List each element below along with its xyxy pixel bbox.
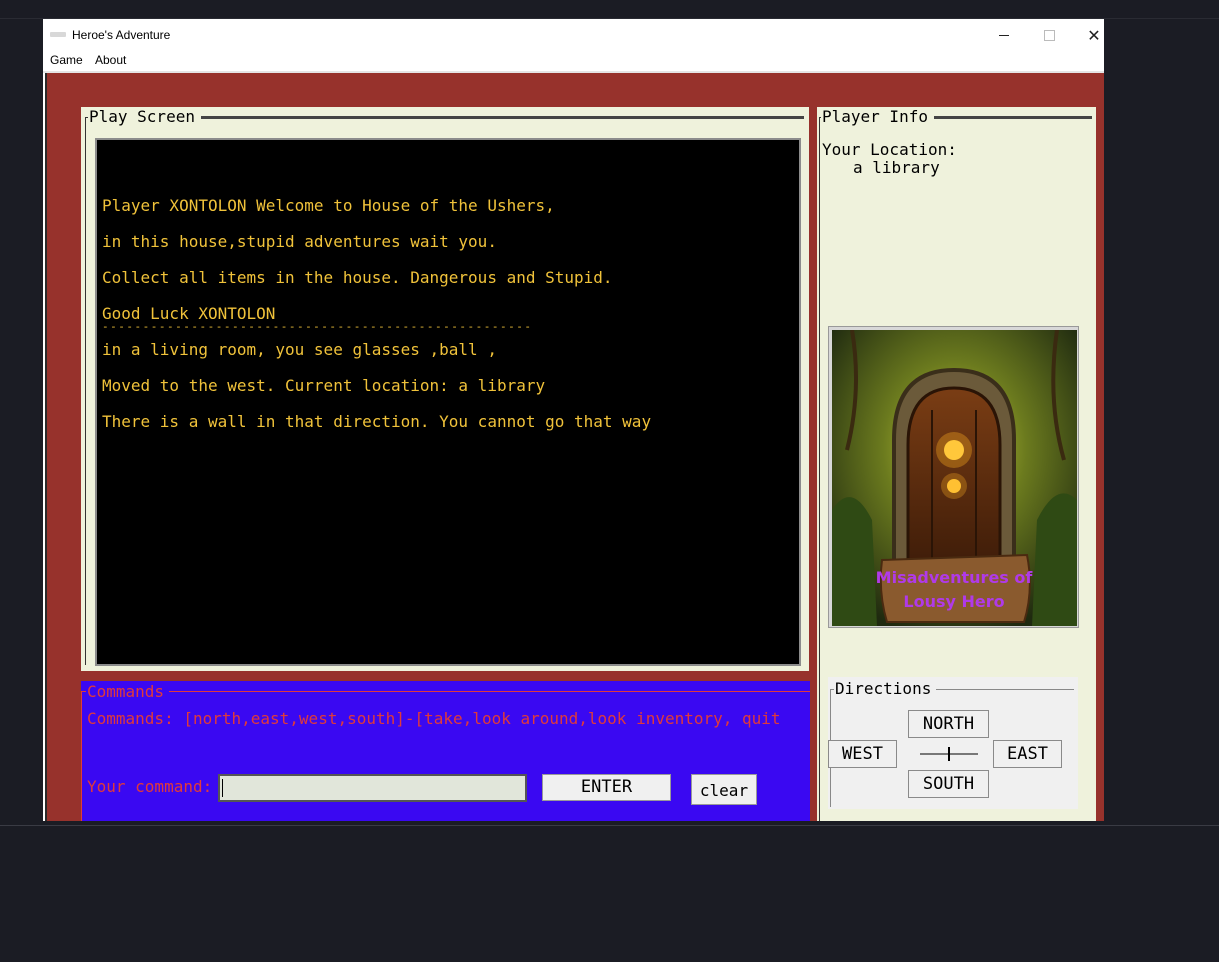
play-screen-label: Play Screen bbox=[88, 107, 196, 126]
player-info-label: Player Info bbox=[821, 107, 929, 126]
frame-line bbox=[819, 117, 820, 821]
output-line: in this house,stupid adventures wait you… bbox=[102, 232, 497, 251]
north-button[interactable]: NORTH bbox=[908, 710, 989, 738]
game-content: Play Screen Player XONTOLON Welcome to H… bbox=[45, 73, 1104, 821]
output-line: There is a wall in that direction. You c… bbox=[102, 412, 652, 431]
menu-about[interactable]: About bbox=[95, 53, 126, 67]
output-line: Collect all items in the house. Dangerou… bbox=[102, 268, 613, 287]
enter-button[interactable]: ENTER bbox=[542, 774, 671, 801]
window-title: Heroe's Adventure bbox=[72, 28, 171, 42]
location-label: Your Location: bbox=[822, 140, 957, 159]
close-button[interactable]: ✕ bbox=[1071, 19, 1104, 51]
maximize-icon bbox=[1043, 29, 1055, 41]
menu-bar: Game About bbox=[43, 51, 1104, 71]
poster-title-line2: Lousy Hero bbox=[903, 592, 1004, 611]
location-value: a library bbox=[853, 158, 940, 177]
west-button[interactable]: WEST bbox=[828, 740, 897, 768]
text-cursor bbox=[222, 779, 223, 797]
app-icon bbox=[50, 32, 66, 37]
poster-artwork: Misadventures of Lousy Hero bbox=[832, 330, 1077, 626]
frame-line bbox=[85, 117, 86, 665]
game-output-terminal: Player XONTOLON Welcome to House of the … bbox=[95, 138, 801, 666]
compass-center-icon bbox=[920, 747, 978, 761]
app-window: Heroe's Adventure ✕ Game About Play Scre… bbox=[43, 19, 1104, 821]
poster-svg: Misadventures of Lousy Hero bbox=[832, 330, 1077, 626]
output-line: Moved to the west. Current location: a l… bbox=[102, 376, 546, 395]
close-icon: ✕ bbox=[1087, 25, 1101, 45]
output-line: Player XONTOLON Welcome to House of the … bbox=[102, 196, 555, 215]
output-separator: ----------------------------------------… bbox=[102, 320, 533, 333]
command-input[interactable] bbox=[218, 774, 527, 802]
frame-line bbox=[169, 691, 810, 692]
commands-help-text: Commands: [north,east,west,south]-[take,… bbox=[87, 709, 781, 728]
frame-line bbox=[201, 116, 804, 119]
frame-line bbox=[934, 116, 1092, 119]
south-button[interactable]: SOUTH bbox=[908, 770, 989, 798]
frame-line bbox=[81, 691, 82, 821]
player-info-panel: Player Info Your Location: a library Mis… bbox=[817, 107, 1096, 821]
commands-label: Commands bbox=[87, 682, 165, 701]
game-poster-image: Misadventures of Lousy Hero bbox=[828, 326, 1079, 628]
menu-game[interactable]: Game bbox=[50, 53, 83, 67]
clear-button[interactable]: clear bbox=[691, 774, 757, 805]
desktop-divider bbox=[0, 825, 1219, 826]
directions-label: Directions bbox=[834, 679, 933, 698]
title-bar[interactable]: Heroe's Adventure ✕ bbox=[43, 19, 1104, 51]
directions-panel: Directions NORTH WEST EAST SOUTH bbox=[828, 677, 1078, 809]
poster-title-line1: Misadventures of bbox=[876, 568, 1034, 587]
output-line: in a living room, you see glasses ,ball … bbox=[102, 340, 497, 359]
frame-line bbox=[936, 689, 1074, 690]
play-screen-panel: Play Screen Player XONTOLON Welcome to H… bbox=[81, 107, 809, 671]
maximize-button[interactable] bbox=[1026, 19, 1072, 51]
east-button[interactable]: EAST bbox=[993, 740, 1062, 768]
minimize-icon bbox=[999, 34, 1009, 36]
command-input-label: Your command: bbox=[87, 777, 213, 796]
commands-panel: Commands Commands: [north,east,west,sout… bbox=[81, 681, 810, 821]
minimize-button[interactable] bbox=[981, 19, 1027, 51]
desktop-top-bar bbox=[0, 0, 1219, 19]
